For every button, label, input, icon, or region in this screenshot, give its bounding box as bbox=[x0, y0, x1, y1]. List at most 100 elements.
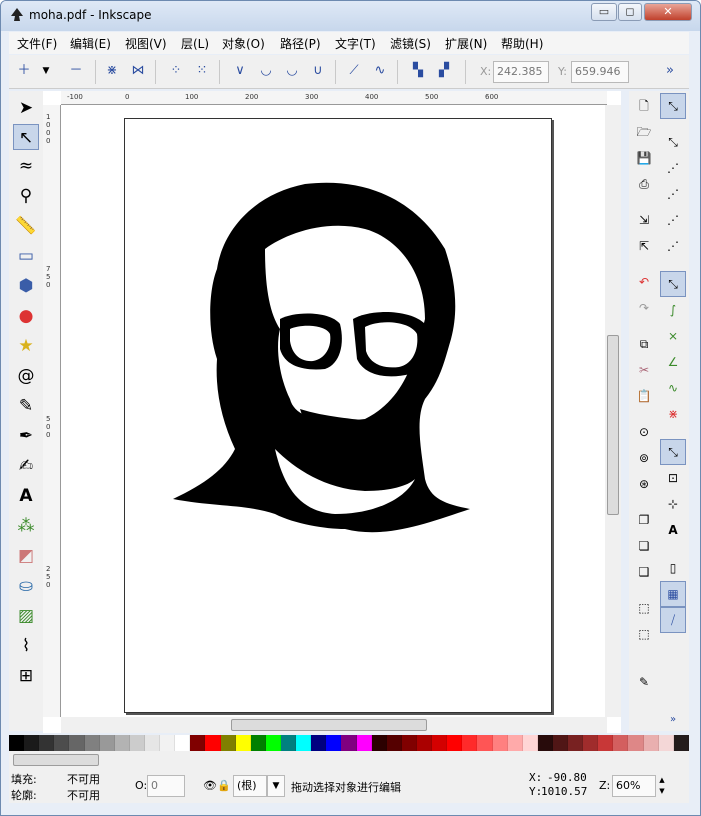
color-swatch[interactable] bbox=[220, 735, 236, 751]
menu-filters[interactable]: 滤镜(S) bbox=[390, 35, 431, 52]
vertical-scroll-thumb[interactable] bbox=[607, 335, 619, 515]
color-swatch[interactable] bbox=[552, 735, 569, 751]
insert-node-icon[interactable]: ＋ bbox=[13, 60, 35, 82]
spray-tool-icon[interactable]: ⁂ bbox=[13, 513, 39, 539]
stroke-to-path-icon[interactable]: ▞ bbox=[433, 60, 455, 82]
snap-bbox-center-icon[interactable]: ⋰ bbox=[660, 233, 686, 259]
menu-file[interactable]: 文件(F) bbox=[17, 35, 57, 52]
color-swatch[interactable] bbox=[54, 735, 70, 751]
eraser-tool-icon[interactable]: ◩ bbox=[13, 543, 39, 569]
zoom-page-icon[interactable]: ⊛ bbox=[633, 473, 655, 495]
color-swatch[interactable] bbox=[477, 735, 493, 751]
close-button[interactable]: ✕ bbox=[644, 3, 692, 21]
color-swatch[interactable] bbox=[628, 735, 644, 751]
smooth-node-icon[interactable]: ◡ bbox=[255, 60, 277, 82]
fill-stroke-icon[interactable]: ✎ bbox=[633, 671, 655, 693]
color-swatch[interactable] bbox=[371, 735, 387, 751]
color-swatch[interactable] bbox=[99, 735, 115, 751]
dropper-tool-icon[interactable]: ⌇ bbox=[13, 633, 39, 659]
color-swatch[interactable] bbox=[492, 735, 508, 751]
zoom-selection-icon[interactable]: ⊙ bbox=[633, 421, 655, 443]
color-swatch[interactable] bbox=[598, 735, 614, 751]
color-swatch[interactable] bbox=[643, 735, 659, 751]
menu-object[interactable]: 对象(O) bbox=[222, 35, 265, 52]
color-swatch[interactable] bbox=[311, 735, 327, 751]
menu-text[interactable]: 文字(T) bbox=[335, 35, 376, 52]
color-swatch[interactable] bbox=[416, 735, 433, 751]
color-swatch[interactable] bbox=[9, 735, 25, 751]
node-tool-icon[interactable]: ↖ bbox=[13, 124, 39, 150]
snap-centers-icon[interactable]: ⊡ bbox=[660, 465, 686, 491]
copy-icon[interactable]: ⧉ bbox=[633, 333, 655, 355]
text-tool-icon[interactable]: A bbox=[13, 483, 39, 509]
color-swatch[interactable] bbox=[235, 735, 251, 751]
color-swatch[interactable] bbox=[658, 735, 674, 751]
color-swatch[interactable] bbox=[69, 735, 85, 751]
pencil-tool-icon[interactable]: ✎ bbox=[13, 393, 39, 419]
portrait-artwork[interactable] bbox=[125, 119, 553, 714]
color-swatch[interactable] bbox=[583, 735, 599, 751]
color-swatch[interactable] bbox=[568, 735, 584, 751]
menu-extensions[interactable]: 扩展(N) bbox=[445, 35, 487, 52]
snap-intersections-icon[interactable]: ⨯ bbox=[660, 323, 686, 349]
menu-layer[interactable]: 层(L) bbox=[181, 35, 209, 52]
menu-edit[interactable]: 编辑(E) bbox=[70, 35, 111, 52]
zoom-input[interactable]: 60% bbox=[612, 775, 656, 797]
undo-icon[interactable]: ↶ bbox=[633, 271, 655, 293]
segment-line-icon[interactable]: ⟋ bbox=[343, 60, 365, 82]
auto-smooth-node-icon[interactable]: ∪ bbox=[307, 60, 329, 82]
menu-help[interactable]: 帮助(H) bbox=[501, 35, 543, 52]
color-swatch[interactable] bbox=[613, 735, 629, 751]
menu-view[interactable]: 视图(V) bbox=[125, 35, 167, 52]
break-path-icon[interactable]: ⋈ bbox=[127, 60, 149, 82]
symmetric-node-icon[interactable]: ◡ bbox=[281, 60, 303, 82]
horizontal-scrollbar[interactable] bbox=[61, 717, 607, 733]
document-page[interactable] bbox=[124, 118, 552, 713]
join-nodes-icon[interactable]: ⋇ bbox=[101, 60, 123, 82]
delete-node-icon[interactable]: － bbox=[65, 60, 87, 82]
palette-scrollbar[interactable] bbox=[9, 753, 689, 767]
snap-bbox-corner-icon[interactable]: ⋰ bbox=[660, 181, 686, 207]
snap-bbox-edge-icon[interactable]: ⋰ bbox=[660, 155, 686, 181]
rectangle-tool-icon[interactable]: ▭ bbox=[13, 243, 39, 269]
color-swatch[interactable] bbox=[175, 735, 191, 751]
paint-bucket-tool-icon[interactable]: ⛀ bbox=[13, 573, 39, 599]
stroke-value[interactable]: 不可用 bbox=[67, 787, 100, 803]
color-swatch[interactable] bbox=[522, 735, 538, 751]
duplicate-icon[interactable]: ❐ bbox=[633, 509, 655, 531]
color-swatch[interactable] bbox=[160, 735, 176, 751]
open-document-icon[interactable]: 🗁 bbox=[633, 121, 655, 143]
zoom-drawing-icon[interactable]: ⊚ bbox=[633, 447, 655, 469]
color-swatch[interactable] bbox=[462, 735, 478, 751]
fill-value[interactable]: 不可用 bbox=[67, 771, 100, 787]
ellipse-tool-icon[interactable]: ● bbox=[13, 303, 39, 329]
join-segment-icon[interactable]: ⁘ bbox=[165, 60, 187, 82]
snap-nodes-icon[interactable]: ⤡ bbox=[660, 271, 686, 297]
maximize-button[interactable]: ◻ bbox=[618, 3, 642, 21]
y-coordinate-input[interactable]: 659.946 bbox=[571, 61, 629, 83]
more-controls-icon[interactable]: » bbox=[659, 60, 681, 82]
vertical-scrollbar[interactable] bbox=[605, 105, 621, 717]
snap-rotation-center-icon[interactable]: ⊹ bbox=[660, 491, 686, 517]
measure-tool-icon[interactable]: 📏 bbox=[13, 213, 39, 239]
group-icon[interactable]: ⬚ bbox=[633, 597, 655, 619]
color-swatch[interactable] bbox=[265, 735, 281, 751]
spiral-tool-icon[interactable]: @ bbox=[13, 363, 39, 389]
star-tool-icon[interactable]: ★ bbox=[13, 333, 39, 359]
x-coordinate-input[interactable]: 242.385 bbox=[493, 61, 549, 83]
color-swatch[interactable] bbox=[673, 735, 689, 751]
snap-others-icon[interactable]: ⤡ bbox=[660, 439, 686, 465]
color-swatch[interactable] bbox=[84, 735, 100, 751]
horizontal-ruler[interactable]: -100 0 100 200 300 400 500 600 bbox=[61, 91, 607, 105]
snap-page-border-icon[interactable]: ▯ bbox=[660, 555, 686, 581]
pen-tool-icon[interactable]: ✒ bbox=[13, 423, 39, 449]
opacity-input[interactable]: 0 bbox=[147, 775, 185, 797]
zoom-stepper-icon[interactable]: ▲ ▼ bbox=[656, 775, 668, 797]
color-swatch[interactable] bbox=[401, 735, 417, 751]
connector-tool-icon[interactable]: ⊞ bbox=[13, 663, 39, 689]
color-swatch[interactable] bbox=[39, 735, 55, 751]
snap-cusp-nodes-icon[interactable]: ∠ bbox=[660, 349, 686, 375]
dropdown-arrow-icon[interactable]: ▼ bbox=[35, 60, 57, 82]
snap-bbox-icon[interactable]: ⤡ bbox=[660, 129, 686, 155]
color-swatch[interactable] bbox=[129, 735, 145, 751]
